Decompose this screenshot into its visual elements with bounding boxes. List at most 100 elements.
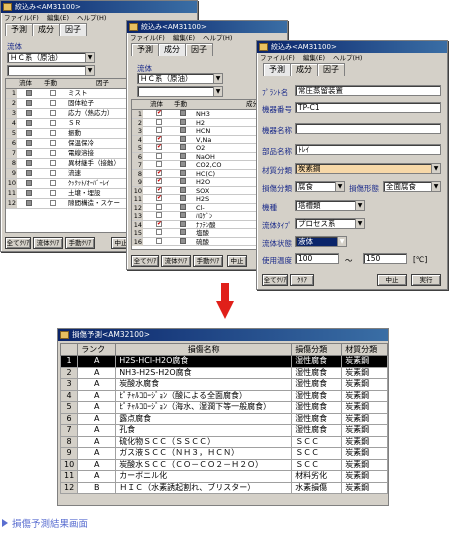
table-row[interactable]: 2 H2 (132, 118, 256, 127)
damage-form-select[interactable]: 全面腐食 ▼ (383, 181, 441, 192)
table-row[interactable]: 8 異材継手（接触） (6, 159, 144, 169)
manual-checkbox[interactable] (180, 169, 186, 176)
equip-no-field[interactable]: TP-C1 (295, 102, 441, 113)
menu-file[interactable]: ファイル(F) (260, 54, 295, 62)
fluid-checkbox[interactable] (156, 194, 162, 202)
table-row[interactable]: 9 A ガス液ＳＣＣ（ＮＨ３，ＨＣＮ） ＳＣＣ 炭素鋼 (59, 447, 388, 460)
table-row[interactable]: 12 隙間構造・スケー (6, 199, 144, 209)
manual-checkbox[interactable] (50, 200, 56, 206)
table-row[interactable]: 11 H2S (132, 194, 256, 204)
fluid-checkbox[interactable] (26, 130, 32, 136)
manual-checkbox[interactable] (50, 150, 56, 156)
table-row[interactable]: 3 応力（熱応力） (6, 109, 144, 119)
fluid-checkbox[interactable] (156, 237, 162, 244)
fluid-checkbox[interactable] (156, 169, 162, 177)
fluid-checkbox[interactable] (156, 177, 162, 185)
col-damage-class[interactable]: 損傷分類 (291, 343, 343, 356)
table-row[interactable]: 7 CO2,CO (132, 161, 256, 170)
manual-checkbox[interactable] (180, 212, 186, 218)
table-row[interactable]: 4 ＳＲ (6, 119, 144, 129)
material-select[interactable]: 炭素鋼 ▼ (295, 163, 441, 174)
table-row[interactable]: 10 SOX (132, 186, 256, 195)
manual-checkbox[interactable] (180, 144, 186, 150)
chevron-down-icon[interactable]: ▼ (85, 66, 94, 75)
chevron-down-icon[interactable]: ▼ (335, 182, 344, 191)
table-row[interactable]: 4 A ﾋﾟﾁｬﾙｺﾛｰｼﾞｮﾝ（酸による全面腐食） 湿性腐食 炭素鋼 (59, 389, 388, 402)
fluid-state-select[interactable]: 液体 ▼ (295, 236, 347, 247)
cancel-button[interactable]: 中止 (377, 274, 407, 286)
manual-checkbox[interactable] (50, 110, 56, 116)
table-row[interactable]: 7 電線溶接 (6, 149, 144, 159)
damage-select[interactable]: 腐食 ▼ (295, 181, 345, 192)
fluid-checkbox[interactable] (26, 160, 32, 166)
clear-manual-button[interactable]: 手動ｸﾘｱ (65, 237, 95, 249)
fluid-checkbox[interactable] (26, 170, 32, 176)
table-row[interactable]: 10 A 炭酸水ＳＣＣ（ＣＯ－ＣＯ２－Ｈ２Ｏ） ＳＣＣ 炭素鋼 (59, 458, 388, 471)
tab-predict[interactable]: 予測 (5, 23, 33, 36)
menu-edit[interactable]: 編集(E) (173, 34, 195, 42)
table-row[interactable]: 10 ｸｯｸｯﾄ/ｵｰﾊﾞｰﾚｲ (6, 179, 144, 189)
manual-checkbox[interactable] (50, 140, 56, 146)
table-row[interactable]: 12 B ＨＩＣ（水素誘起割れ、ブリスター） 水素損傷 炭素鋼 (59, 481, 388, 494)
table-row[interactable]: 8 A 硫化物ＳＣＣ（ＳＳＣＣ） ＳＣＣ 炭素鋼 (59, 435, 388, 448)
tab-predict[interactable]: 予測 (131, 43, 159, 56)
menu-help[interactable]: ヘルプ(H) (333, 54, 362, 62)
fluid-detail-field[interactable]: ▼ (137, 86, 223, 97)
clear-all-button[interactable]: 全てｸﾘｱ (131, 255, 159, 267)
manual-checkbox[interactable] (180, 127, 186, 133)
clear-manual-button[interactable]: 手動ｸﾘｱ (193, 255, 223, 267)
manual-checkbox[interactable] (50, 120, 56, 126)
table-row[interactable]: 5 O2 (132, 143, 256, 153)
col-damage-name[interactable]: 損傷名称 (115, 343, 293, 356)
fluid-checkbox[interactable] (156, 203, 162, 210)
chevron-down-icon[interactable]: ▼ (431, 182, 440, 191)
table-row[interactable]: 9 流速 (6, 169, 144, 179)
chevron-down-icon[interactable]: ▼ (355, 201, 364, 210)
col-rank[interactable]: ランク (77, 343, 117, 356)
table-row[interactable]: 5 A ﾋﾟﾁｬﾙｺﾛｰｼﾞｮﾝ（海水、湿潤下等一般腐食） 湿性腐食 炭素鋼 (59, 401, 388, 414)
table-row[interactable]: 11 土壌・埋設 (6, 189, 144, 199)
manual-checkbox[interactable] (50, 130, 56, 136)
fluid-checkbox[interactable] (26, 190, 32, 196)
manual-checkbox[interactable] (50, 190, 56, 196)
fluid-checkbox[interactable] (26, 110, 32, 116)
fluid-checkbox[interactable] (26, 100, 32, 106)
fluid-checkbox[interactable] (156, 186, 162, 194)
table-row[interactable]: 3 HCN (132, 127, 256, 136)
execute-button[interactable]: 実行 (411, 274, 441, 286)
col-material-class[interactable]: 材質分類 (341, 343, 388, 356)
table-row[interactable]: 7 A 孔食 湿性腐食 炭素鋼 (59, 424, 388, 437)
fluid-checkbox[interactable] (26, 120, 32, 126)
tab-factors[interactable]: 因子 (59, 23, 87, 36)
clear-fluid-button[interactable]: 流体ｸﾘｱ (33, 237, 63, 249)
type-select[interactable]: 塔槽類 ▼ (295, 200, 365, 211)
table-row[interactable]: 12 Cl- (132, 203, 256, 212)
part-field[interactable]: ﾄﾚｲ (295, 144, 441, 155)
tab-factors[interactable]: 因子 (317, 63, 345, 76)
equip-name-field[interactable] (295, 123, 441, 134)
table-row[interactable]: 9 H2O (132, 177, 256, 187)
manual-checkbox[interactable] (180, 161, 186, 167)
clear-all-button[interactable]: 全てｸﾘｱ (262, 274, 288, 286)
temp-from-field[interactable]: 100 (295, 253, 339, 264)
manual-checkbox[interactable] (50, 170, 56, 176)
fluid-checkbox[interactable] (26, 180, 32, 186)
table-row[interactable]: 2 A NH3-H2S-H2O腐食 湿性腐食 炭素鋼 (59, 366, 388, 379)
tab-predict[interactable]: 予測 (263, 63, 291, 76)
table-row[interactable]: 11 A カーボニル化 材料劣化 炭素鋼 (59, 470, 388, 483)
manual-checkbox[interactable] (180, 195, 186, 201)
fluid-select[interactable]: ＨＣ系（原油） ▼ (7, 52, 95, 63)
table-row[interactable]: 2 固体粒子 (6, 99, 144, 109)
manual-checkbox[interactable] (180, 152, 186, 159)
manual-checkbox[interactable] (180, 178, 186, 184)
chevron-down-icon[interactable]: ▼ (431, 164, 440, 173)
chevron-down-icon[interactable]: ▼ (355, 219, 364, 228)
manual-checkbox[interactable] (180, 135, 186, 142)
menu-file[interactable]: ファイル(F) (4, 14, 39, 22)
menu-edit[interactable]: 編集(E) (303, 54, 325, 62)
temp-to-field[interactable]: 150 (363, 253, 407, 264)
clear-button[interactable]: ｸﾘｱ (290, 274, 314, 286)
fluid-type-select[interactable]: プロセス系 ▼ (295, 218, 365, 229)
manual-checkbox[interactable] (180, 118, 186, 125)
table-row[interactable]: 1 NH3 (132, 109, 256, 119)
